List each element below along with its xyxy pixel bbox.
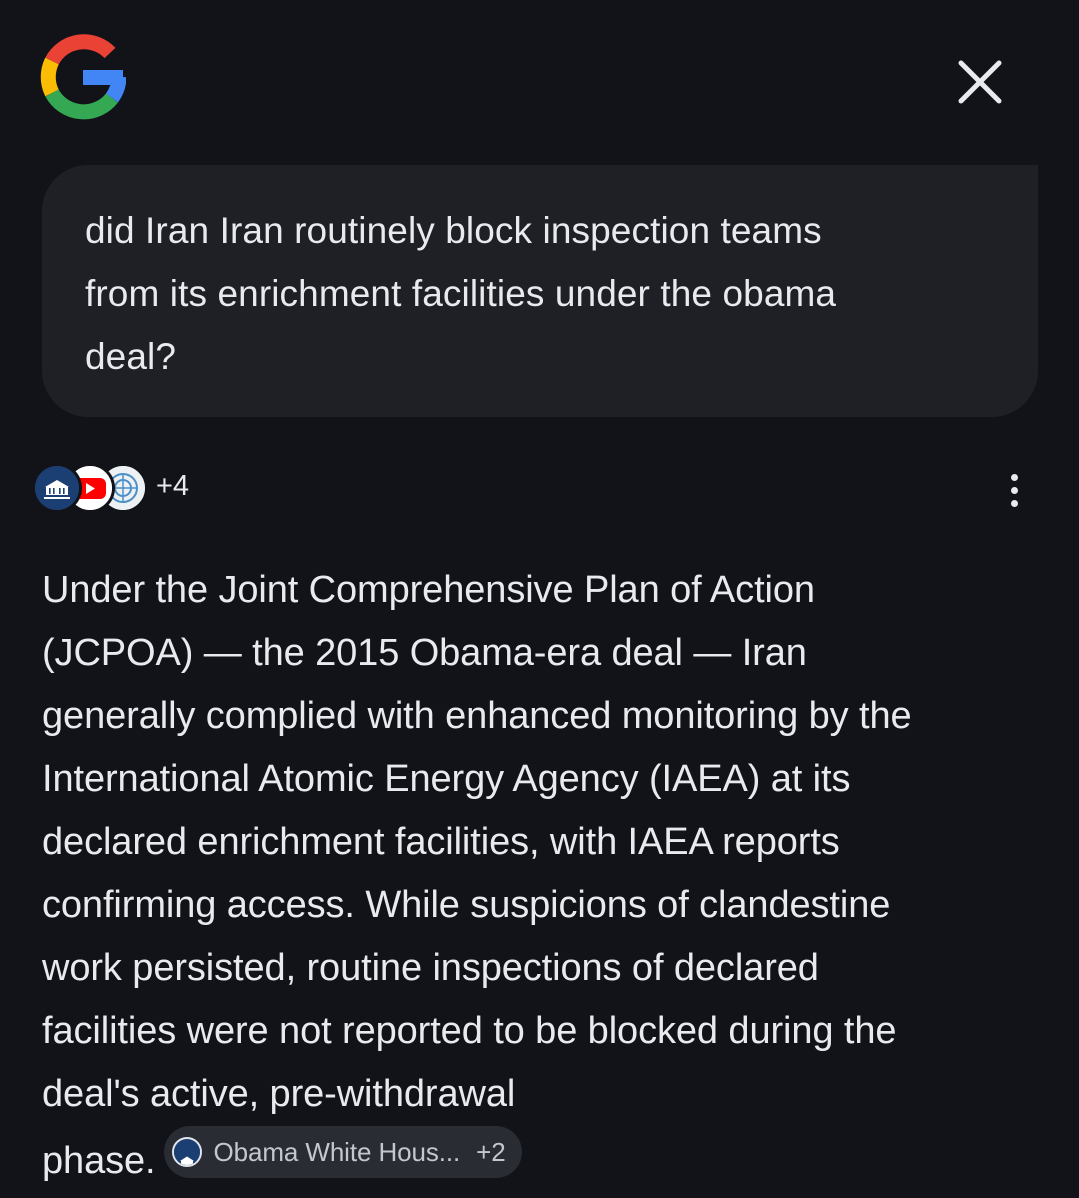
sources-button[interactable]: +4 bbox=[32, 460, 189, 516]
answer-line: Under the Joint Comprehensive Plan of Ac… bbox=[42, 569, 815, 611]
more-vert-button[interactable] bbox=[996, 466, 1032, 514]
source-count: +4 bbox=[156, 469, 190, 502]
whitehouse-favicon-icon bbox=[171, 1137, 202, 1167]
close-button[interactable] bbox=[952, 54, 1008, 110]
answer-line: confirming access. While suspicions of c… bbox=[42, 884, 891, 926]
answer-last-line: phase. Obama White Hous... +2 bbox=[42, 1126, 1042, 1193]
query-text: did Iran Iran routinely block inspection… bbox=[85, 199, 978, 388]
citation-label: Obama White Hous... bbox=[213, 1137, 461, 1167]
answer-line: generally complied with enhanced monitor… bbox=[42, 695, 912, 737]
close-icon bbox=[958, 60, 1002, 104]
answer-text: Under the Joint Comprehensive Plan of Ac… bbox=[42, 559, 1042, 1193]
google-logo bbox=[40, 34, 127, 120]
query-line: deal? bbox=[85, 336, 177, 377]
answer-line: deal's active, pre-withdrawal bbox=[42, 1073, 516, 1115]
citation-chip[interactable]: Obama White Hous... +2 bbox=[163, 1126, 522, 1178]
answer-line-text: phase. bbox=[42, 1140, 156, 1182]
query-line: from its enrichment facilities under the… bbox=[85, 273, 837, 314]
more-vert-icon bbox=[1010, 473, 1018, 481]
answer-line: (JCPOA) — the 2015 Obama-era deal — Iran bbox=[42, 632, 807, 674]
more-vert-icon-dot bbox=[1010, 499, 1018, 507]
answer-line: work persisted, routine inspections of d… bbox=[42, 947, 819, 989]
whitehouse-favicon-icon bbox=[32, 463, 82, 513]
answer-line: declared enrichment facilities, with IAE… bbox=[42, 821, 840, 863]
query-bubble: did Iran Iran routinely block inspection… bbox=[42, 165, 1038, 417]
answer-line: International Atomic Energy Agency (IAEA… bbox=[42, 758, 851, 800]
more-vert-icon-dot bbox=[1010, 486, 1018, 494]
citation-more-count: +2 bbox=[476, 1137, 506, 1167]
google-g-icon bbox=[40, 34, 127, 120]
answer-line: facilities were not reported to be block… bbox=[42, 1010, 897, 1052]
query-line: did Iran Iran routinely block inspection… bbox=[85, 210, 822, 251]
